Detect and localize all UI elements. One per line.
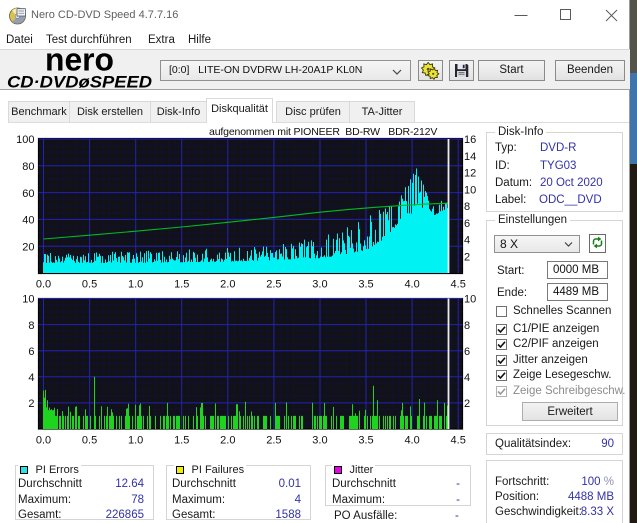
- svg-text:CD·DVDøSPEED: CD·DVDøSPEED: [7, 74, 152, 92]
- svg-text:6: 6: [464, 346, 470, 358]
- svg-text:20: 20: [22, 241, 34, 253]
- svg-text:6: 6: [464, 218, 470, 230]
- svg-text:12: 12: [464, 168, 476, 180]
- svg-text:1.0: 1.0: [128, 279, 143, 291]
- svg-text:3.0: 3.0: [312, 435, 327, 447]
- svg-text:80: 80: [22, 161, 34, 173]
- svg-text:3.0: 3.0: [312, 279, 327, 291]
- svg-text:4.5: 4.5: [451, 435, 466, 447]
- svg-text:2: 2: [464, 251, 470, 263]
- svg-text:1.5: 1.5: [174, 279, 189, 291]
- svg-text:10: 10: [22, 294, 34, 306]
- svg-text:0.5: 0.5: [82, 435, 97, 447]
- svg-text:3.5: 3.5: [358, 279, 373, 291]
- svg-text:8: 8: [464, 201, 470, 213]
- svg-text:6: 6: [28, 346, 34, 358]
- svg-text:2: 2: [464, 398, 470, 410]
- svg-text:14: 14: [464, 151, 476, 163]
- svg-text:4.0: 4.0: [404, 435, 419, 447]
- svg-text:16: 16: [464, 134, 476, 146]
- svg-text:0.0: 0.0: [36, 279, 51, 291]
- svg-text:4.5: 4.5: [451, 279, 466, 291]
- svg-text:8: 8: [28, 320, 34, 332]
- svg-text:2.5: 2.5: [266, 279, 281, 291]
- svg-text:1.0: 1.0: [128, 435, 143, 447]
- svg-text:2.0: 2.0: [220, 435, 235, 447]
- svg-text:3.5: 3.5: [358, 435, 373, 447]
- svg-text:0.0: 0.0: [36, 435, 51, 447]
- svg-text:100: 100: [16, 134, 34, 146]
- svg-text:40: 40: [22, 215, 34, 227]
- svg-text:2.0: 2.0: [220, 279, 235, 291]
- svg-text:10: 10: [464, 184, 476, 196]
- svg-text:1.5: 1.5: [174, 435, 189, 447]
- svg-text:0.5: 0.5: [82, 279, 97, 291]
- svg-text:60: 60: [22, 188, 34, 200]
- svg-text:4: 4: [28, 372, 34, 384]
- svg-text:4: 4: [464, 235, 470, 247]
- svg-text:10: 10: [464, 294, 476, 306]
- svg-text:2: 2: [28, 398, 34, 410]
- svg-text:4.0: 4.0: [404, 279, 419, 291]
- svg-text:2.5: 2.5: [266, 435, 281, 447]
- svg-text:4: 4: [464, 372, 470, 384]
- svg-text:8: 8: [464, 320, 470, 332]
